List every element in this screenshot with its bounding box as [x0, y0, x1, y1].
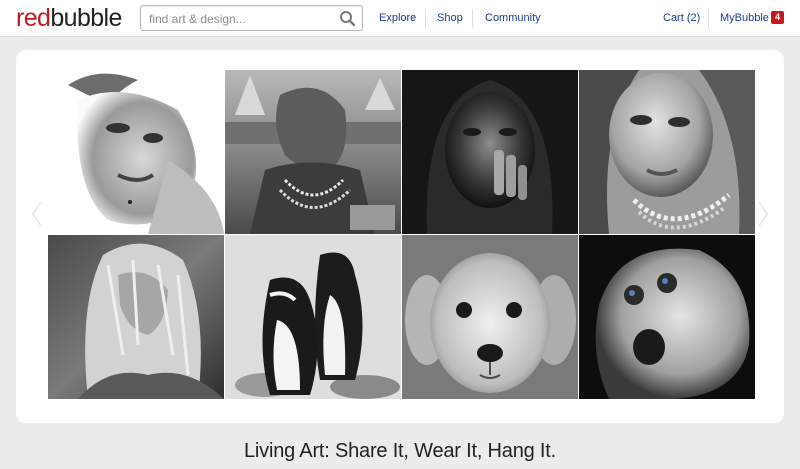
featured-gallery-panel: [16, 50, 784, 423]
artwork-tile-woman-mohawk[interactable]: [48, 70, 224, 234]
carousel-next-arrow-icon[interactable]: [756, 200, 770, 228]
logo-part-red: red: [16, 4, 51, 32]
artwork-tile-blonde-woman[interactable]: [48, 235, 224, 399]
artwork-image: [225, 235, 401, 399]
notification-badge[interactable]: 4: [771, 11, 784, 24]
search-box: [140, 5, 363, 31]
search-icon[interactable]: [339, 10, 356, 27]
carousel-prev-arrow-icon[interactable]: [30, 200, 44, 228]
artwork-image: [579, 235, 755, 399]
mybubble-link[interactable]: MyBubble: [720, 12, 769, 25]
cart-link[interactable]: Cart (2): [663, 12, 700, 25]
artwork-image: [48, 235, 224, 399]
artwork-image: [402, 235, 578, 399]
artwork-tile-woman-necklace[interactable]: [579, 70, 755, 234]
nav-divider: [708, 9, 709, 28]
nav-divider: [472, 9, 473, 28]
artwork-tile-puppy[interactable]: [402, 235, 578, 399]
artwork-tile-baby[interactable]: [579, 235, 755, 399]
nav-explore-link[interactable]: Explore: [379, 12, 416, 25]
nav-divider: [425, 9, 426, 28]
logo-part-bubble: bubble: [50, 4, 122, 32]
top-header: redbubble Explore Shop Community Cart (2…: [0, 0, 800, 37]
artwork-image: [225, 70, 401, 234]
artwork-image: [402, 70, 578, 234]
artwork-image: [48, 70, 224, 234]
artwork-tile-hooded-man[interactable]: [402, 70, 578, 234]
artwork-grid: [48, 70, 755, 399]
artwork-tile-native-elder[interactable]: [225, 70, 401, 234]
artwork-tile-penguins[interactable]: [225, 235, 401, 399]
nav-shop-link[interactable]: Shop: [437, 12, 463, 25]
search-input[interactable]: [149, 10, 334, 27]
redbubble-logo[interactable]: redbubble: [16, 4, 122, 32]
artwork-image: [579, 70, 755, 234]
site-tagline: Living Art: Share It, Wear It, Hang It.: [244, 440, 556, 462]
nav-community-link[interactable]: Community: [485, 12, 541, 25]
